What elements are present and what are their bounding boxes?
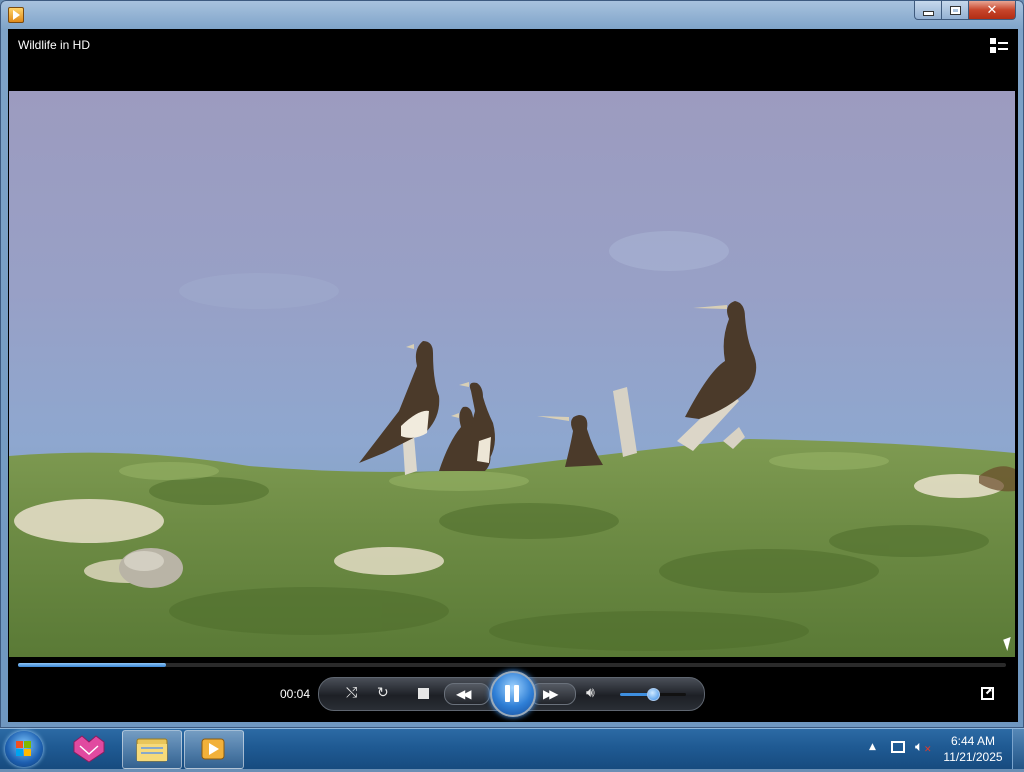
repeat-icon[interactable]: ↻ [377,686,389,700]
taskbar-clock[interactable]: 6:44 AM 11/21/2025 [936,733,1010,765]
volume-knob[interactable] [647,688,660,701]
seek-progress [18,663,167,667]
fullscreen-icon[interactable]: ⬈ [981,687,994,700]
taskbar-file-explorer[interactable] [122,730,182,769]
previous-icon: ◀◀ [456,687,472,701]
windows-logo-icon [16,741,32,757]
switch-to-library-icon[interactable] [990,38,1008,54]
next-button[interactable]: ▶▶ [530,683,576,705]
pause-button[interactable] [490,671,536,717]
seek-bar[interactable] [18,663,1006,667]
now-playing-title: Wildlife in HD [18,38,91,52]
player-area: Wildlife in HD 00:04 ⤭ ↻ ◀◀ ▶▶ 🔊︎ ⬈ [8,29,1018,722]
close-button[interactable]: ✕ [969,1,1016,20]
close-icon: ✕ [986,2,998,18]
taskbar: ▲ 🔈︎ ✕ 6:44 AM 11/21/2025 [0,728,1024,769]
show-desktop-button[interactable] [1012,729,1024,769]
maximize-button[interactable] [942,1,969,20]
volume-slider[interactable] [620,688,686,701]
next-icon: ▶▶ [543,687,559,701]
folder-icon [136,738,168,762]
maximize-icon [949,5,961,15]
speaker-icon[interactable]: 🔊︎ [586,686,595,700]
shuffle-icon[interactable]: ⤭ [346,686,357,700]
media-player-icon [201,738,225,760]
paint-app-icon [73,735,105,763]
minimize-icon [922,10,934,16]
stop-button[interactable] [418,688,429,699]
show-hidden-icons[interactable]: ▲ [869,742,876,752]
clock-time: 6:44 AM [950,734,996,748]
pause-icon [505,685,510,702]
media-player-window: ✕ Wildlife in HD 00:04 ⤭ ↻ ◀◀ ▶▶ 🔊︎ ⬈ [0,0,1024,728]
pause-icon-bar [514,685,519,702]
minimize-button[interactable] [914,1,942,20]
previous-button[interactable]: ◀◀ [444,683,490,705]
taskbar-paint-app[interactable] [60,730,118,767]
start-button[interactable] [5,731,43,767]
video-frame[interactable] [9,91,1015,657]
title-bar[interactable]: ✕ [0,0,1024,28]
taskbar-media-player[interactable] [184,730,244,769]
media-player-icon[interactable] [8,7,24,23]
clock-date: 11/21/2025 [943,750,1003,764]
volume-muted-icon[interactable]: 🔈︎ ✕ [915,739,932,755]
elapsed-time: 00:04 [280,687,311,701]
video-image [9,231,1015,657]
network-icon[interactable] [891,741,905,753]
